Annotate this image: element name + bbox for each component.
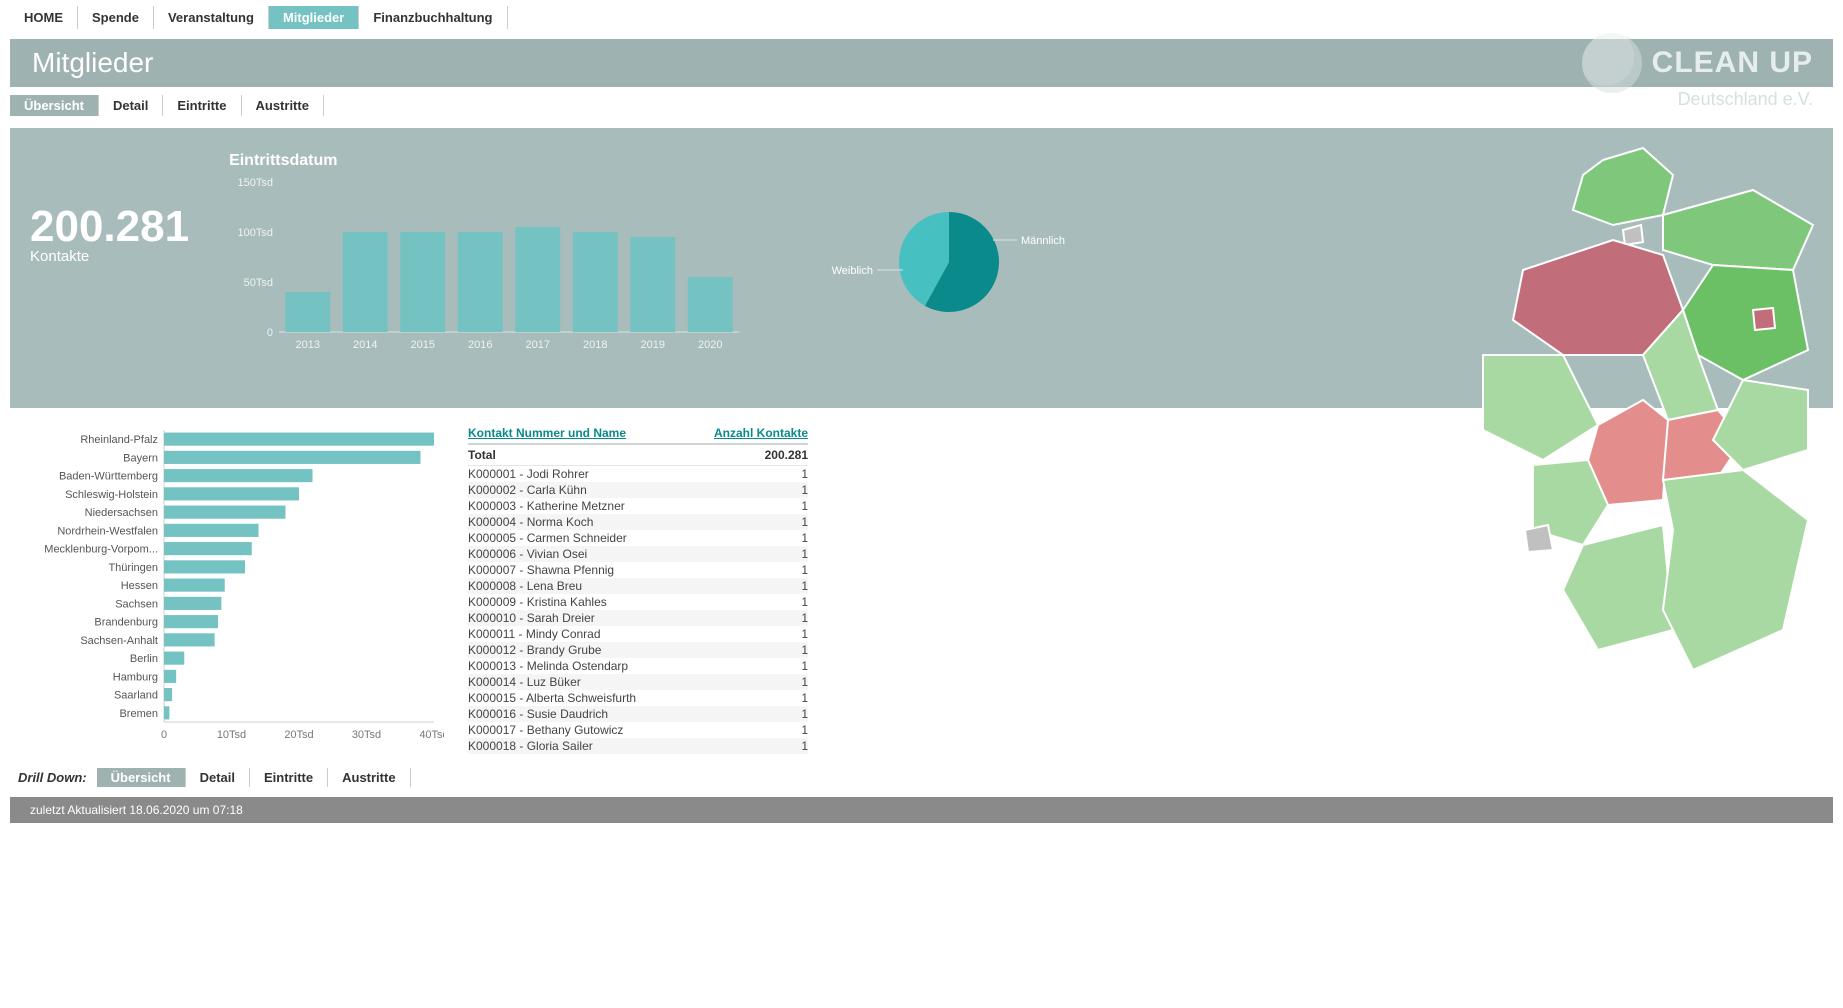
table-row[interactable]: K000013 - Melinda Ostendarp1 <box>468 658 808 674</box>
drill-austritte[interactable]: Austritte <box>328 768 410 787</box>
table-header-name[interactable]: Kontakt Nummer und Name <box>468 426 698 440</box>
svg-text:Weiblich: Weiblich <box>832 265 873 277</box>
map-state-bayern[interactable] <box>1663 470 1808 670</box>
drilldown-label: Drill Down: <box>18 770 87 785</box>
map-state-mecklenburg-vorpommern[interactable] <box>1663 190 1813 270</box>
map-state-saarland[interactable] <box>1525 525 1553 552</box>
map-state-nordrhein-westfalen[interactable] <box>1483 355 1598 460</box>
svg-text:Berlin: Berlin <box>130 653 158 665</box>
contacts-table[interactable]: Kontakt Nummer und Name Anzahl Kontakte … <box>468 426 808 754</box>
nav-spende[interactable]: Spende <box>78 6 154 29</box>
nav-mitglieder[interactable]: Mitglieder <box>269 6 359 29</box>
kpi-value: 200.281 <box>30 202 189 252</box>
table-row[interactable]: K000008 - Lena Breu1 <box>468 578 808 594</box>
table-row[interactable]: K000018 - Gloria Sailer1 <box>468 738 808 754</box>
table-row[interactable]: K000014 - Luz Büker1 <box>468 674 808 690</box>
germany-map[interactable] <box>1413 130 1833 690</box>
tab-austritte[interactable]: Austritte <box>242 95 324 116</box>
top-nav: HOMESpendeVeranstaltungMitgliederFinanzb… <box>0 0 1843 39</box>
tab-übersicht[interactable]: Übersicht <box>10 95 99 116</box>
page-title: Mitglieder <box>32 47 153 79</box>
table-row[interactable]: K000003 - Katherine Metzner1 <box>468 498 808 514</box>
svg-text:2019: 2019 <box>641 339 665 351</box>
svg-text:Schleswig-Holstein: Schleswig-Holstein <box>65 489 158 501</box>
svg-text:0: 0 <box>161 729 167 741</box>
svg-text:2018: 2018 <box>583 339 607 351</box>
svg-text:30Tsd: 30Tsd <box>352 729 381 741</box>
svg-text:Brandenburg: Brandenburg <box>94 617 158 629</box>
svg-text:Bayern: Bayern <box>123 452 158 464</box>
table-row[interactable]: K000005 - Carmen Schneider1 <box>468 530 808 546</box>
svg-text:50Tsd: 50Tsd <box>244 277 273 289</box>
table-row[interactable]: K000001 - Jodi Rohrer1 <box>468 466 808 482</box>
svg-text:2014: 2014 <box>353 339 377 351</box>
page-header: Mitglieder CLEAN UP Deutschland e.V. <box>10 39 1833 87</box>
tab-detail[interactable]: Detail <box>99 95 163 116</box>
svg-text:Männlich: Männlich <box>1021 235 1065 247</box>
svg-text:Hessen: Hessen <box>121 580 158 592</box>
table-row[interactable]: K000015 - Alberta Schweisfurth1 <box>468 690 808 706</box>
svg-text:10Tsd: 10Tsd <box>217 729 246 741</box>
kpi-block: 200.281 Kontakte <box>30 202 189 265</box>
table-row[interactable]: K000006 - Vivian Osei1 <box>468 546 808 562</box>
drilldown-bar: Drill Down: ÜbersichtDetailEintritteAust… <box>0 762 1843 793</box>
nav-home[interactable]: HOME <box>10 6 78 29</box>
drill-detail[interactable]: Detail <box>186 768 250 787</box>
table-row[interactable]: K000009 - Kristina Kahles1 <box>468 594 808 610</box>
svg-text:Saarland: Saarland <box>114 690 158 702</box>
bar-chart-states[interactable]: Rheinland-Pfalz Bayern Baden-Württemberg Sc… <box>24 426 444 746</box>
table-total-value: 200.281 <box>698 448 808 462</box>
svg-text:Nordrhein-Westfalen: Nordrhein-Westfalen <box>57 525 158 537</box>
svg-text:2020: 2020 <box>698 339 722 351</box>
table-row[interactable]: K000017 - Bethany Gutowicz1 <box>468 722 808 738</box>
table-row[interactable]: K000012 - Brandy Grube1 <box>468 642 808 658</box>
map-state-schleswig-holstein[interactable] <box>1573 148 1673 225</box>
svg-text:2013: 2013 <box>296 339 320 351</box>
drill-eintritte[interactable]: Eintritte <box>250 768 328 787</box>
svg-text:Sachsen: Sachsen <box>115 598 158 610</box>
svg-text:2017: 2017 <box>526 339 550 351</box>
svg-text:Baden-Württemberg: Baden-Württemberg <box>59 471 158 483</box>
table-row[interactable]: K000016 - Susie Daudrich1 <box>468 706 808 722</box>
svg-text:Niedersachsen: Niedersachsen <box>85 507 158 519</box>
footer-status: zuletzt Aktualisiert 18.06.2020 um 07:18 <box>10 797 1833 823</box>
table-row[interactable]: K000010 - Sarah Dreier1 <box>468 610 808 626</box>
drill-übersicht[interactable]: Übersicht <box>97 768 186 787</box>
svg-text:Rheinland-Pfalz: Rheinland-Pfalz <box>80 434 158 446</box>
svg-text:100Tsd: 100Tsd <box>238 227 273 239</box>
nav-veranstaltung[interactable]: Veranstaltung <box>154 6 269 29</box>
table-row[interactable]: K000004 - Norma Koch1 <box>468 514 808 530</box>
bar-chart-eintritt[interactable]: Eintrittsdatum 0 50Tsd 100Tsd 150Tsd 2013 201… <box>229 152 749 359</box>
svg-text:150Tsd: 150Tsd <box>238 177 273 189</box>
table-total-label: Total <box>468 448 698 462</box>
svg-text:2015: 2015 <box>411 339 435 351</box>
svg-text:2016: 2016 <box>468 339 492 351</box>
svg-text:Hamburg: Hamburg <box>113 671 158 683</box>
svg-text:Bremen: Bremen <box>119 708 158 720</box>
svg-text:0: 0 <box>267 327 273 339</box>
brand-name: CLEAN UP <box>1652 46 1813 80</box>
table-row[interactable]: K000007 - Shawna Pfennig1 <box>468 562 808 578</box>
nav-finanzbuchhaltung[interactable]: Finanzbuchhaltung <box>359 6 507 29</box>
table-row[interactable]: K000002 - Carla Kühn1 <box>468 482 808 498</box>
table-row[interactable]: K000011 - Mindy Conrad1 <box>468 626 808 642</box>
sub-tabs: ÜbersichtDetailEintritteAustritte <box>0 87 1843 124</box>
chart-title: Eintrittsdatum <box>229 152 749 170</box>
map-state-berlin[interactable] <box>1753 308 1775 330</box>
map-state-hamburg[interactable] <box>1623 225 1643 245</box>
svg-text:40Tsd: 40Tsd <box>419 729 444 741</box>
svg-text:Thüringen: Thüringen <box>108 562 158 574</box>
table-header-count[interactable]: Anzahl Kontakte <box>698 426 808 440</box>
tab-eintritte[interactable]: Eintritte <box>163 95 241 116</box>
svg-text:Sachsen-Anhalt: Sachsen-Anhalt <box>80 635 158 647</box>
pie-chart-gender[interactable]: Weiblich Männlich <box>819 192 1069 345</box>
globe-icon <box>1582 33 1642 93</box>
svg-text:Mecklenburg-Vorpom...: Mecklenburg-Vorpom... <box>44 544 158 556</box>
svg-text:20Tsd: 20Tsd <box>284 729 313 741</box>
